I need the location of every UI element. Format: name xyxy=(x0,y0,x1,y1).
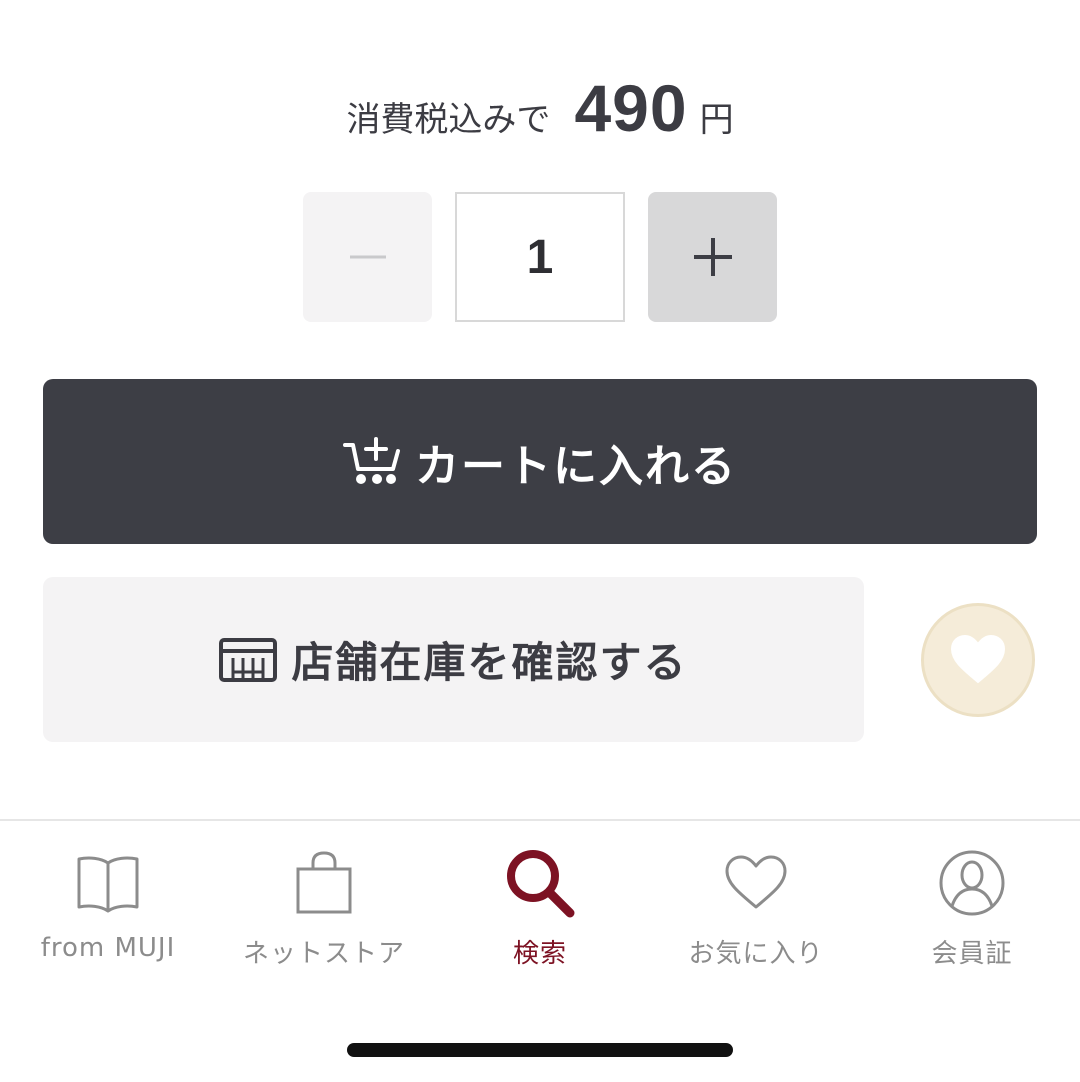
add-to-cart-label: カートに入れる xyxy=(415,440,737,492)
heart-icon xyxy=(725,855,787,909)
tab-label: from MUJI xyxy=(40,933,176,963)
tab-label: お気に入り xyxy=(688,939,824,969)
store-icon xyxy=(219,637,278,682)
home-indicator[interactable] xyxy=(347,1043,733,1057)
heart-icon xyxy=(950,634,1006,684)
tab-label: 検索 xyxy=(512,939,567,969)
check-store-stock-button[interactable]: 店舗在庫を確認する xyxy=(43,577,864,742)
cart-plus-icon xyxy=(343,436,400,484)
price-row: 消費税込みで 490 円 xyxy=(0,70,1080,150)
plus-icon xyxy=(693,238,732,276)
price-prefix: 消費税込みで xyxy=(346,100,551,140)
tab-member-card[interactable]: 会員証 xyxy=(864,847,1080,977)
increase-quantity-button[interactable] xyxy=(648,192,777,322)
decrease-quantity-button[interactable] xyxy=(303,192,432,322)
shopping-bag-icon xyxy=(296,851,352,914)
quantity-stepper: 1 xyxy=(303,192,777,322)
add-to-cart-button[interactable]: カートに入れる xyxy=(43,379,1037,544)
user-icon xyxy=(939,850,1005,916)
price-unit: 円 xyxy=(699,100,734,140)
tab-label: 会員証 xyxy=(931,939,1013,969)
search-icon xyxy=(507,850,575,918)
quantity-value[interactable]: 1 xyxy=(455,192,625,322)
tab-from-muji[interactable]: from MUJI xyxy=(0,847,216,977)
tab-net-store[interactable]: ネットストア xyxy=(216,847,432,977)
minus-icon xyxy=(349,255,386,259)
tab-search[interactable]: 検索 xyxy=(432,847,648,977)
tab-label: ネットストア xyxy=(242,939,405,969)
book-icon xyxy=(77,856,139,913)
check-store-stock-label: 店舗在庫を確認する xyxy=(291,638,688,687)
tab-favorites[interactable]: お気に入り xyxy=(648,847,864,977)
price-amount: 490 xyxy=(574,71,688,145)
favorite-button[interactable] xyxy=(921,603,1035,717)
